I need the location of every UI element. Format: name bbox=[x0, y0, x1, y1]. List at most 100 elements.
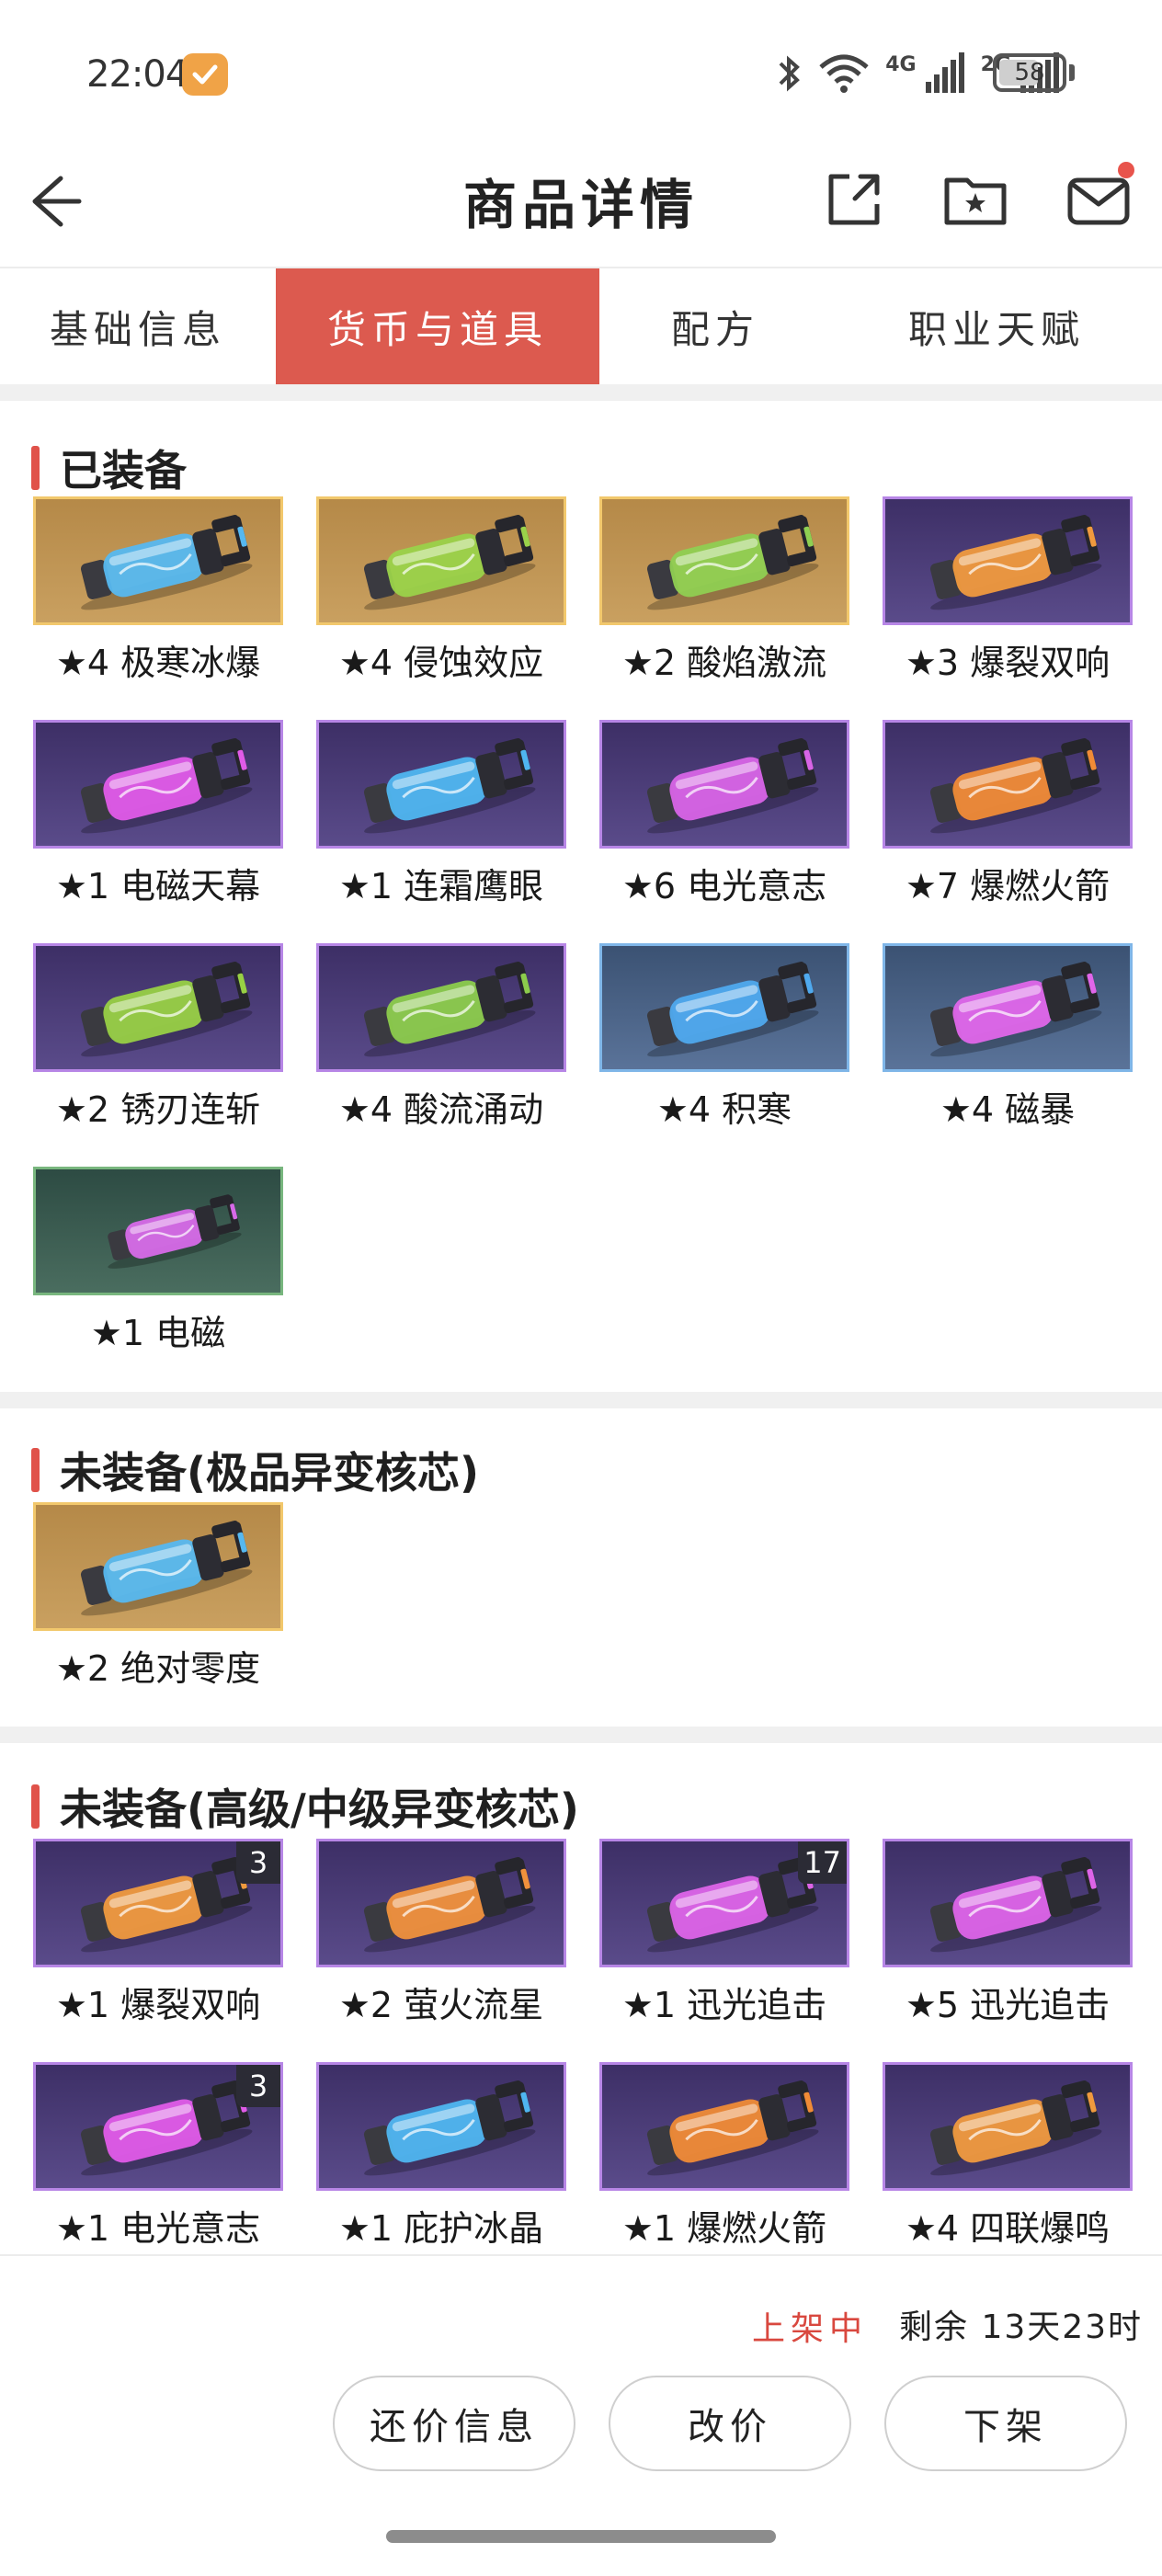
item-label: ★4 磁暴 bbox=[940, 1089, 1076, 1130]
item-label: ★1 迅光追击 bbox=[621, 1985, 827, 2025]
item-card[interactable]: ★2 绝对零度 bbox=[33, 1502, 283, 1691]
item-card[interactable]: ★1 电磁 bbox=[33, 1167, 283, 1355]
item-thumbnail bbox=[883, 943, 1133, 1072]
signal-icon-1 bbox=[925, 52, 964, 93]
item-card[interactable]: ★6 电光意志 bbox=[599, 720, 849, 908]
item-card[interactable]: ★1 连霜鹰眼 bbox=[316, 720, 566, 908]
item-card[interactable]: ★5 迅光追击 bbox=[883, 1839, 1133, 2027]
item-thumbnail bbox=[883, 496, 1133, 625]
listing-status: 上架中 bbox=[752, 2310, 869, 2348]
core-capsule-icon bbox=[646, 515, 819, 610]
item-thumbnail bbox=[316, 720, 566, 849]
item-card[interactable]: ★1 庇护冰晶 bbox=[316, 2062, 566, 2251]
core-capsule-icon bbox=[646, 2080, 819, 2176]
item-card[interactable]: ★2 酸焰激流 bbox=[599, 496, 849, 685]
delist-button[interactable]: 下架 bbox=[884, 2376, 1127, 2471]
item-thumbnail bbox=[883, 2062, 1133, 2191]
item-card[interactable]: ★3 爆裂双响 bbox=[883, 496, 1133, 685]
counter-offer-button[interactable]: 还价信息 bbox=[333, 2376, 575, 2471]
item-thumbnail bbox=[599, 720, 849, 849]
time-remaining: 剩余 13天23时 bbox=[899, 2308, 1144, 2346]
item-card[interactable]: ★7 爆燃火箭 bbox=[883, 720, 1133, 908]
item-card[interactable]: ★4 酸流涌动 bbox=[316, 943, 566, 1132]
item-thumbnail bbox=[33, 720, 283, 849]
home-indicator[interactable] bbox=[386, 2530, 776, 2543]
unread-dot bbox=[1118, 162, 1134, 178]
item-card[interactable]: ★2 锈刃连斩 bbox=[33, 943, 283, 1132]
tab-currency-items[interactable]: 货币与道具 bbox=[276, 268, 599, 384]
bottom-action-bar: 上架中 剩余 13天23时 还价信息 改价 下架 bbox=[0, 2254, 1162, 2576]
status-time: 22:04 bbox=[86, 53, 188, 96]
item-count-badge: 3 bbox=[236, 2065, 280, 2107]
item-count-badge: 3 bbox=[236, 1841, 280, 1884]
core-capsule-icon bbox=[363, 962, 536, 1057]
core-capsule-icon bbox=[363, 1857, 536, 1953]
item-count-badge: 17 bbox=[798, 1841, 847, 1884]
item-card[interactable]: ★4 极寒冰爆 bbox=[33, 496, 283, 685]
item-label: ★4 侵蚀效应 bbox=[338, 643, 544, 683]
item-thumbnail bbox=[599, 2062, 849, 2191]
core-capsule-icon bbox=[363, 738, 536, 834]
status-bar: 22:04 4G 2G 58 bbox=[0, 0, 1162, 138]
item-label: ★4 酸流涌动 bbox=[338, 1089, 544, 1130]
item-label: ★1 电磁天幕 bbox=[55, 866, 261, 906]
item-card[interactable]: ★1 爆燃火箭 bbox=[599, 2062, 849, 2251]
item-label: ★2 酸焰激流 bbox=[621, 643, 827, 683]
item-thumbnail bbox=[599, 496, 849, 625]
item-thumbnail bbox=[599, 943, 849, 1072]
tab-recipes[interactable]: 配方 bbox=[599, 268, 831, 384]
core-capsule-icon bbox=[80, 515, 253, 610]
item-card[interactable]: 17 ★1 迅光追击 bbox=[599, 1839, 849, 2027]
item-label: ★1 电光意志 bbox=[55, 2208, 261, 2249]
item-thumbnail: 17 bbox=[599, 1839, 849, 1967]
equipped-section: 已装备 ★4 极寒冰爆 ★4 侵蚀效应 ★2 酸焰激流 ★3 爆裂双响 ★1 电磁天幕 ★… bbox=[0, 401, 1162, 1394]
item-label: ★5 迅光追击 bbox=[905, 1985, 1111, 2025]
favorite-folder-icon[interactable] bbox=[940, 164, 1011, 235]
item-label: ★1 连霜鹰眼 bbox=[338, 866, 544, 906]
item-label: ★1 庇护冰晶 bbox=[338, 2208, 544, 2249]
item-card[interactable]: ★2 萤火流星 bbox=[316, 1839, 566, 2027]
item-label: ★1 电磁 bbox=[90, 1313, 226, 1353]
item-thumbnail bbox=[33, 1167, 283, 1295]
item-label: ★4 四联爆鸣 bbox=[905, 2208, 1111, 2249]
item-card[interactable]: 3 ★1 电光意志 bbox=[33, 2062, 283, 2251]
item-label: ★2 萤火流星 bbox=[338, 1985, 544, 2025]
item-thumbnail bbox=[33, 943, 283, 1072]
item-thumbnail bbox=[883, 720, 1133, 849]
edit-price-button[interactable]: 改价 bbox=[609, 2376, 851, 2471]
item-card[interactable]: ★4 侵蚀效应 bbox=[316, 496, 566, 685]
section-title: 已装备 bbox=[60, 446, 187, 496]
item-card[interactable]: ★4 磁暴 bbox=[883, 943, 1133, 1132]
section-title: 未装备(高级/中级异变核芯) bbox=[60, 1784, 579, 1834]
core-capsule-icon bbox=[929, 1857, 1102, 1953]
divider bbox=[0, 1727, 1162, 1743]
item-label: ★2 绝对零度 bbox=[55, 1648, 261, 1689]
unequipped-top-section: 未装备(极品异变核芯) ★2 绝对零度 bbox=[0, 1408, 1162, 1727]
section-header: 未装备(高级/中级异变核芯) bbox=[31, 1776, 579, 1837]
item-thumbnail bbox=[883, 1839, 1133, 1967]
core-capsule-icon bbox=[646, 738, 819, 834]
item-label: ★4 积寒 bbox=[656, 1089, 792, 1130]
tab-talents[interactable]: 职业天赋 bbox=[831, 268, 1162, 384]
tab-basic-info[interactable]: 基础信息 bbox=[0, 268, 276, 384]
item-card[interactable]: 3 ★1 爆裂双响 bbox=[33, 1839, 283, 2027]
wifi-icon bbox=[819, 54, 869, 93]
core-capsule-icon bbox=[363, 515, 536, 610]
item-thumbnail bbox=[33, 496, 283, 625]
item-card[interactable]: ★1 电磁天幕 bbox=[33, 720, 283, 908]
app-notification-icon bbox=[182, 53, 228, 96]
item-thumbnail: 3 bbox=[33, 1839, 283, 1967]
share-icon[interactable] bbox=[818, 164, 890, 235]
item-card[interactable]: ★4 四联爆鸣 bbox=[883, 2062, 1133, 2251]
item-thumbnail: 3 bbox=[33, 2062, 283, 2191]
section-title: 未装备(极品异变核芯) bbox=[60, 1448, 480, 1498]
core-capsule-icon bbox=[80, 962, 253, 1057]
item-thumbnail bbox=[316, 496, 566, 625]
divider bbox=[0, 1392, 1162, 1408]
item-card[interactable]: ★4 积寒 bbox=[599, 943, 849, 1132]
signal-label-1: 4G bbox=[885, 52, 917, 76]
item-thumbnail bbox=[316, 1839, 566, 1967]
battery-icon: 58 bbox=[993, 53, 1066, 92]
core-capsule-icon bbox=[646, 962, 819, 1057]
item-thumbnail bbox=[316, 943, 566, 1072]
